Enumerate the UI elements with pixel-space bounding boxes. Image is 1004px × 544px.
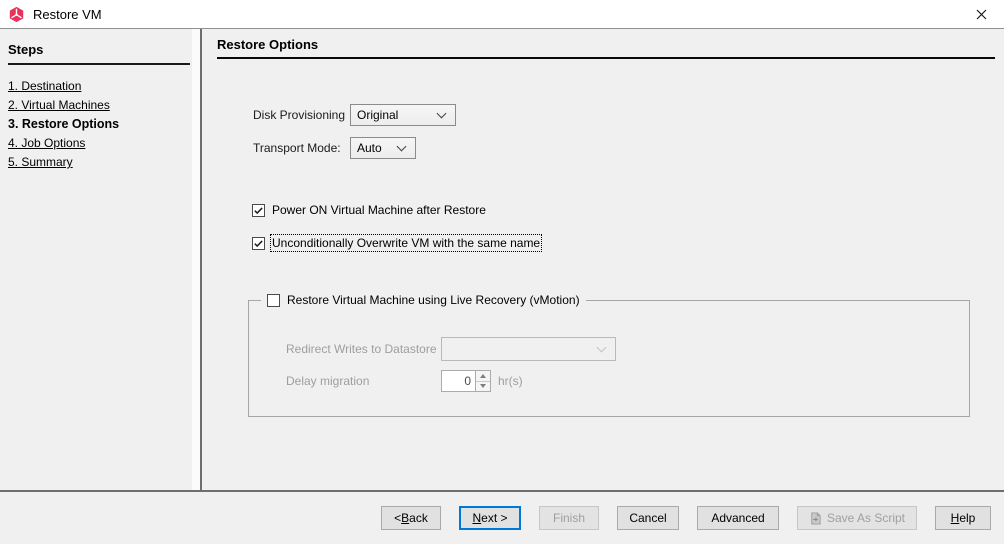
disk-provisioning-value: Original: [357, 108, 434, 122]
sidebar-item-job-options[interactable]: 4. Job Options: [8, 134, 200, 153]
label-part: H: [951, 511, 960, 525]
next-button[interactable]: Next >: [459, 506, 521, 530]
window-title: Restore VM: [33, 7, 102, 22]
sidebar-item-restore-options: 3. Restore Options: [8, 115, 200, 134]
restore-vm-dialog: Restore VM Steps 1. Destination 2. Virtu…: [0, 0, 1004, 544]
disk-provisioning-select[interactable]: Original: [350, 104, 456, 126]
transport-mode-select[interactable]: Auto: [350, 137, 416, 159]
label-part: Save As Script: [827, 511, 905, 525]
back-button[interactable]: < Back: [381, 506, 441, 530]
delay-migration-unit: hr(s): [498, 374, 523, 388]
footer-button-bar: < Back Next > Finish Cancel Advanced Sav…: [0, 490, 1004, 544]
power-on-checkbox[interactable]: [252, 204, 265, 217]
live-recovery-checkbox[interactable]: [267, 294, 280, 307]
spin-up-button: [476, 371, 490, 382]
close-icon: [976, 9, 987, 20]
finish-button: Finish: [539, 506, 599, 530]
overwrite-checkbox[interactable]: [252, 237, 265, 250]
spinner-buttons: [475, 371, 490, 391]
label-part: <: [394, 511, 401, 525]
live-recovery-group: Restore Virtual Machine using Live Recov…: [248, 300, 970, 417]
close-button[interactable]: [959, 0, 1004, 28]
cancel-button[interactable]: Cancel: [617, 506, 679, 530]
check-icon: [253, 205, 264, 216]
label-part: Advanced: [711, 511, 764, 525]
transport-mode-label: Transport Mode:: [253, 141, 350, 155]
triangle-up-icon: [480, 374, 486, 378]
chevron-down-icon: [397, 142, 407, 152]
delay-migration-value: 0: [442, 371, 475, 391]
title-bar: Restore VM: [0, 0, 1004, 29]
page-title: Restore Options: [217, 37, 995, 59]
overwrite-row: Unconditionally Overwrite VM with the sa…: [252, 236, 540, 250]
delay-migration-label: Delay migration: [286, 374, 441, 388]
steps-sidebar: Steps 1. Destination 2. Virtual Machines…: [0, 29, 202, 490]
disk-provisioning-row: Disk Provisioning Original: [253, 104, 456, 126]
label-part: elp: [959, 511, 975, 525]
redirect-writes-select: [441, 337, 616, 361]
advanced-button[interactable]: Advanced: [697, 506, 779, 530]
label-part: N: [472, 511, 481, 525]
transport-mode-row: Transport Mode: Auto: [253, 137, 416, 159]
save-as-script-button: Save As Script: [797, 506, 917, 530]
delay-migration-row: Delay migration 0 hr(s): [286, 370, 523, 392]
chevron-down-icon: [437, 109, 447, 119]
check-icon: [253, 238, 264, 249]
overwrite-label[interactable]: Unconditionally Overwrite VM with the sa…: [272, 236, 540, 250]
restore-options-panel: Restore Options Disk Provisioning Origin…: [202, 29, 1004, 490]
disk-provisioning-label: Disk Provisioning: [253, 108, 350, 122]
sidebar-item-destination[interactable]: 1. Destination: [8, 77, 200, 96]
sidebar-item-summary[interactable]: 5. Summary: [8, 153, 200, 172]
label-part: B: [401, 511, 409, 525]
power-on-label[interactable]: Power ON Virtual Machine after Restore: [272, 203, 486, 217]
steps-list: 1. Destination 2. Virtual Machines 3. Re…: [8, 77, 200, 172]
chevron-down-icon: [597, 343, 607, 353]
label-part: ack: [409, 511, 428, 525]
transport-mode-value: Auto: [357, 141, 394, 155]
live-recovery-label[interactable]: Restore Virtual Machine using Live Recov…: [287, 293, 580, 307]
redirect-writes-row: Redirect Writes to Datastore: [286, 337, 616, 361]
redirect-writes-label: Redirect Writes to Datastore: [286, 342, 441, 356]
live-recovery-legend: Restore Virtual Machine using Live Recov…: [261, 293, 586, 307]
label-part: Cancel: [629, 511, 666, 525]
power-on-row: Power ON Virtual Machine after Restore: [252, 203, 486, 217]
dialog-body: Steps 1. Destination 2. Virtual Machines…: [0, 29, 1004, 490]
triangle-down-icon: [480, 384, 486, 388]
delay-migration-spinner: 0: [441, 370, 491, 392]
spin-down-button: [476, 382, 490, 392]
label-part: Finish: [553, 511, 585, 525]
steps-heading: Steps: [8, 42, 190, 65]
sidebar-item-virtual-machines[interactable]: 2. Virtual Machines: [8, 96, 200, 115]
script-icon: [809, 512, 822, 525]
restore-vm-app-icon: [8, 6, 25, 23]
help-button[interactable]: Help: [935, 506, 991, 530]
label-part: ext >: [481, 511, 507, 525]
